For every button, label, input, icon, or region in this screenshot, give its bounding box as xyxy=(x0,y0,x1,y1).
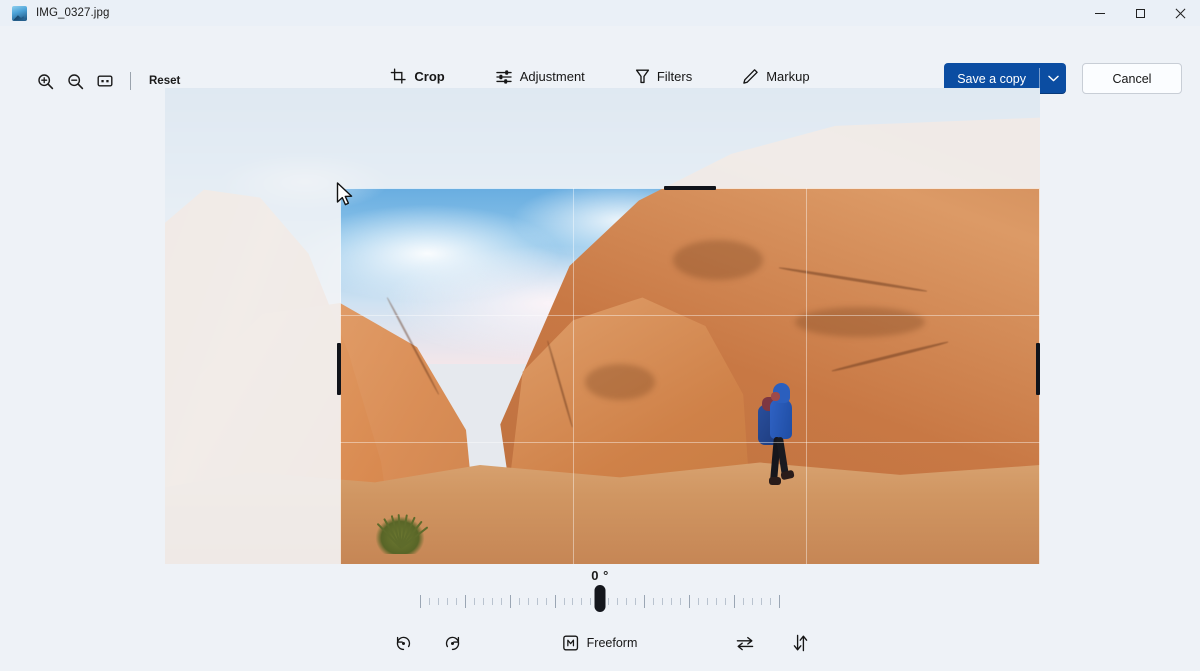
rotate-left-button[interactable] xyxy=(386,626,421,660)
ruler-tick xyxy=(437,597,439,605)
ruler-tick xyxy=(662,597,664,605)
minimize-icon xyxy=(1095,12,1105,14)
ruler-tick xyxy=(518,597,520,605)
ruler-tick xyxy=(446,597,448,605)
ruler-tick xyxy=(482,597,484,605)
ruler-tick xyxy=(572,597,574,605)
window-controls xyxy=(1080,0,1200,26)
ruler-tick xyxy=(635,597,637,605)
maximize-button[interactable] xyxy=(1120,0,1160,26)
photo-image xyxy=(165,88,1040,564)
ruler-tick xyxy=(420,594,421,608)
chevron-down-icon xyxy=(1047,75,1059,82)
crop-handle-right-center[interactable] xyxy=(1036,343,1040,395)
hiker-boot-left xyxy=(769,477,782,486)
photo-viewport[interactable] xyxy=(165,88,1040,564)
ruler-tick xyxy=(680,597,682,605)
ruler-tick xyxy=(760,597,762,605)
ruler-tick xyxy=(778,594,780,608)
ruler-tick xyxy=(671,597,673,605)
aspect-ratio-button[interactable]: Freeform xyxy=(555,626,646,660)
aspect-ratio-icon xyxy=(563,635,579,651)
ruler-tick xyxy=(563,597,565,605)
photos-editor-window: IMG_0327.jpg Reset Crop Adjustment Filte… xyxy=(0,0,1200,671)
title-bar: IMG_0327.jpg xyxy=(0,0,1200,26)
rotate-right-button[interactable] xyxy=(435,626,470,660)
title-bar-left: IMG_0327.jpg xyxy=(0,5,110,21)
close-icon xyxy=(1175,8,1186,19)
flip-vertical-button[interactable] xyxy=(783,626,818,660)
ruler-tick xyxy=(464,594,466,608)
ruler-tick xyxy=(626,597,628,605)
ruler-tick xyxy=(742,597,744,605)
ruler-tick xyxy=(751,597,753,605)
hiker-jacket xyxy=(770,399,793,440)
crop-handle-left-center[interactable] xyxy=(337,343,341,395)
close-button[interactable] xyxy=(1160,0,1200,26)
ruler-tick xyxy=(491,597,493,605)
flip-horizontal-button[interactable] xyxy=(727,626,763,660)
rock-shadow-1 xyxy=(672,240,763,281)
ruler-tick xyxy=(698,597,700,605)
ruler-tick xyxy=(653,597,655,605)
maximize-icon xyxy=(1135,8,1145,18)
hiker-boot-right xyxy=(780,469,796,481)
ruler-tick xyxy=(715,597,717,605)
rotation-value-label: 0 ° xyxy=(591,568,609,583)
command-bar: Reset Crop Adjustment Filters Markup Sav… xyxy=(0,26,1200,94)
ruler-tick xyxy=(724,597,726,605)
crop-bottom-toolbar: Freeform xyxy=(0,620,1200,671)
rotate-clockwise-icon xyxy=(445,636,460,650)
ruler-tick xyxy=(617,597,619,605)
rotate-buttons xyxy=(386,626,470,660)
rock-shadow-2 xyxy=(795,306,925,337)
ruler-tick xyxy=(733,594,735,608)
rotation-slider-thumb[interactable] xyxy=(594,585,606,612)
aspect-ratio-label: Freeform xyxy=(586,636,638,650)
rotation-control[interactable]: 0 ° xyxy=(0,565,1200,613)
aspect-ratio-control: Freeform xyxy=(555,626,646,660)
ruler-tick xyxy=(500,597,502,605)
rock-shadow-3 xyxy=(585,364,655,401)
flip-vertical-icon xyxy=(793,634,808,652)
ruler-tick xyxy=(428,597,430,605)
ruler-tick xyxy=(536,597,538,605)
minimize-button[interactable] xyxy=(1080,0,1120,26)
ruler-tick xyxy=(554,594,556,608)
ruler-tick xyxy=(581,597,583,605)
hiker-figure xyxy=(757,383,801,493)
desert-bush xyxy=(366,492,435,555)
image-canvas[interactable] xyxy=(0,82,1200,565)
ruler-tick xyxy=(473,597,475,605)
flip-buttons xyxy=(727,626,818,660)
ruler-tick xyxy=(608,597,610,605)
rotate-counterclockwise-icon xyxy=(396,636,411,650)
ruler-tick xyxy=(689,594,691,608)
ruler-tick xyxy=(769,597,771,605)
ruler-tick xyxy=(455,597,457,605)
flip-horizontal-icon xyxy=(736,636,754,650)
photo-icon xyxy=(12,5,27,21)
ruler-tick xyxy=(644,594,646,608)
ruler-tick xyxy=(590,597,592,605)
ruler-tick xyxy=(545,597,547,605)
crop-handle-top-center[interactable] xyxy=(664,186,716,190)
ruler-tick xyxy=(527,597,529,605)
ruler-tick xyxy=(707,597,708,605)
ruler-tick xyxy=(509,594,511,608)
window-title: IMG_0327.jpg xyxy=(36,7,110,19)
